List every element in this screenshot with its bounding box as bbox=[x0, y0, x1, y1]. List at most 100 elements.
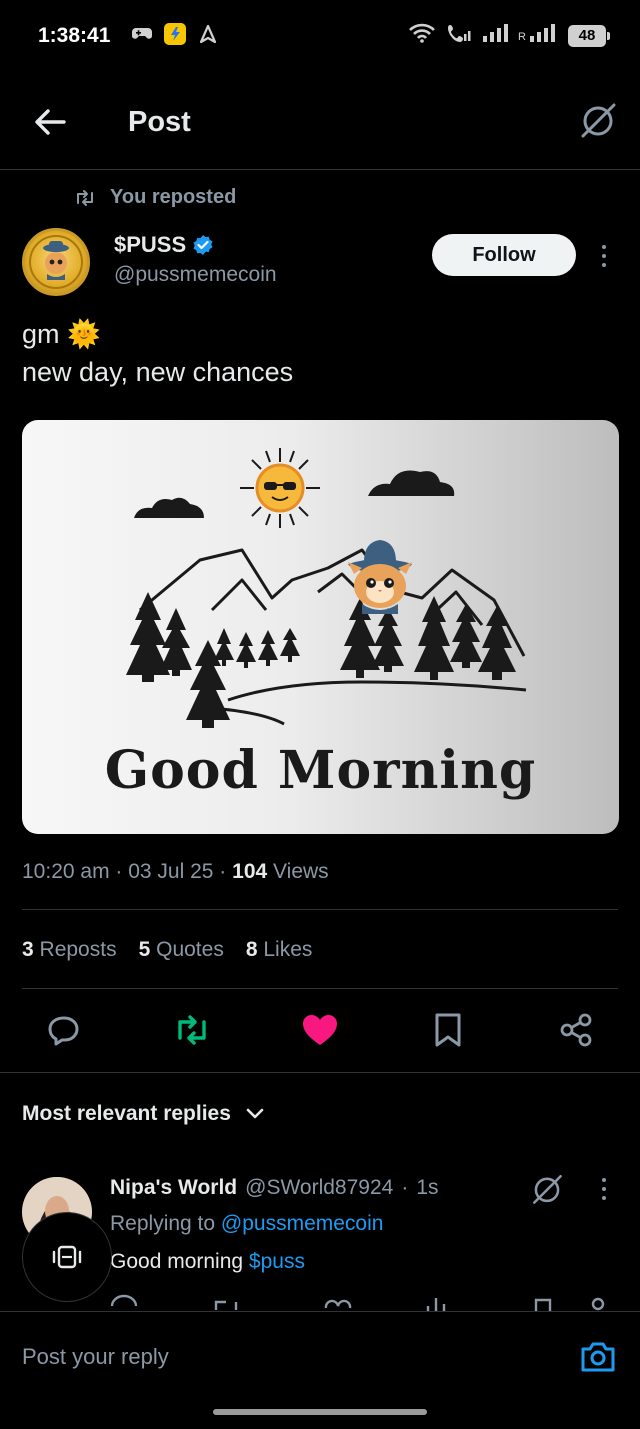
author-avatar[interactable] bbox=[22, 228, 90, 296]
reply-actions-partial bbox=[0, 1294, 640, 1312]
likes-label: Likes bbox=[263, 938, 313, 961]
replying-prefix: Replying to bbox=[110, 1212, 216, 1235]
battery-icon: 48 bbox=[568, 24, 610, 47]
post-date: 03 Jul 25 bbox=[128, 860, 214, 883]
post-text-gm: gm bbox=[22, 319, 60, 349]
reply-separator: · bbox=[401, 1176, 409, 1199]
quotes-label: Quotes bbox=[156, 938, 224, 961]
quotes-count: 5 bbox=[138, 938, 151, 961]
more-dot bbox=[602, 254, 606, 258]
flipkart-icon bbox=[164, 23, 186, 45]
camera-button[interactable] bbox=[580, 1340, 616, 1374]
window-switch-icon bbox=[52, 1245, 82, 1269]
grok-button[interactable] bbox=[578, 100, 618, 140]
more-options-button[interactable] bbox=[592, 240, 616, 272]
views-label: Views bbox=[273, 860, 329, 883]
divider bbox=[0, 1072, 640, 1073]
page-title: Post bbox=[128, 106, 191, 138]
reply-replying-to: Replying to @pussmemecoin bbox=[110, 1212, 383, 1236]
post-text-line-2: new day, new chances bbox=[22, 357, 294, 387]
divider bbox=[22, 988, 618, 989]
signal-icon bbox=[482, 23, 508, 48]
more-dot bbox=[602, 1178, 606, 1182]
grok-icon bbox=[532, 1174, 562, 1204]
reposts-label: Reposts bbox=[39, 938, 117, 961]
author-name[interactable]: $PUSS bbox=[114, 232, 214, 258]
more-dot bbox=[602, 245, 606, 249]
wifi-icon bbox=[408, 23, 436, 48]
status-bar: 1:38:41 R 48 bbox=[0, 0, 640, 72]
status-right-icons: R 48 bbox=[408, 22, 610, 49]
reposts-count: 3 bbox=[22, 938, 34, 961]
more-dot bbox=[602, 263, 606, 267]
reposts-stat[interactable]: 3 Reposts bbox=[22, 938, 117, 962]
reply-icon bbox=[48, 1016, 79, 1046]
more-dot bbox=[602, 1196, 606, 1200]
post-actions bbox=[0, 1008, 640, 1058]
floating-action-button[interactable] bbox=[22, 1212, 112, 1302]
replying-to-link[interactable]: @pussmemecoin bbox=[221, 1212, 384, 1235]
more-dot bbox=[602, 1187, 606, 1191]
post-image[interactable]: Good Morning bbox=[22, 420, 619, 834]
reply-input[interactable] bbox=[22, 1344, 542, 1370]
reply-button[interactable] bbox=[42, 1008, 86, 1052]
cashtag-link[interactable]: $puss bbox=[249, 1250, 305, 1273]
share-icon bbox=[560, 1013, 592, 1047]
divider bbox=[22, 909, 618, 910]
repost-label-text: You reposted bbox=[110, 186, 237, 208]
sun-icon bbox=[240, 448, 320, 528]
likes-count: 8 bbox=[245, 938, 258, 961]
grok-icon bbox=[581, 103, 616, 138]
replies-sort-dropdown[interactable]: Most relevant replies bbox=[22, 1102, 265, 1126]
cloud-left bbox=[134, 497, 204, 518]
bookmark-icon bbox=[435, 1013, 461, 1047]
reply-author-handle[interactable]: @SWorld87924 bbox=[245, 1176, 393, 1200]
chevron-down-icon bbox=[246, 1108, 264, 1119]
arrow-left-icon bbox=[35, 109, 66, 135]
follow-button[interactable]: Follow bbox=[432, 234, 576, 276]
volte-call-icon bbox=[446, 22, 472, 49]
repost-button[interactable] bbox=[170, 1008, 214, 1052]
verified-badge-icon bbox=[193, 235, 213, 255]
repost-icon bbox=[178, 1015, 206, 1045]
cloud-right bbox=[368, 470, 455, 496]
post-time: 10:20 am bbox=[22, 860, 110, 883]
reply-header: Nipa's World @SWorld87924 · 1s bbox=[110, 1176, 439, 1200]
reply-composer bbox=[0, 1311, 640, 1401]
repost-label: You reposted bbox=[74, 186, 236, 209]
game-controller-icon bbox=[130, 22, 154, 46]
post-text: gm 🌞 new day, new chances bbox=[22, 315, 293, 391]
author-handle[interactable]: @pussmemecoin bbox=[114, 263, 277, 287]
reply-body-text: Good morning bbox=[110, 1250, 244, 1273]
replies-section-title: Most relevant replies bbox=[22, 1102, 231, 1125]
reply-age: 1s bbox=[416, 1176, 439, 1199]
author-name-text: $PUSS bbox=[114, 232, 187, 257]
roaming-signal-icon: R bbox=[518, 23, 558, 48]
sun-emoji: 🌞 bbox=[67, 319, 101, 349]
views-count: 104 bbox=[232, 860, 268, 883]
reply-grok-button[interactable] bbox=[530, 1172, 564, 1206]
svg-text:R: R bbox=[518, 31, 526, 43]
post-text-line-1: gm 🌞 bbox=[22, 315, 293, 353]
home-indicator[interactable] bbox=[213, 1409, 427, 1415]
reply-more-button[interactable] bbox=[594, 1178, 614, 1206]
engagement-stats: 3 Reposts 5 Quotes 8 Likes bbox=[22, 938, 312, 962]
camera-icon bbox=[581, 1342, 615, 1372]
status-time: 1:38:41 bbox=[38, 24, 111, 47]
post-header: Post bbox=[0, 72, 640, 170]
back-button[interactable] bbox=[30, 102, 70, 142]
like-button[interactable] bbox=[298, 1008, 342, 1052]
like-icon bbox=[303, 1015, 337, 1045]
cat-coin-avatar-icon bbox=[29, 235, 83, 289]
repost-icon bbox=[77, 189, 93, 206]
location-arrow-icon bbox=[196, 22, 220, 46]
likes-stat[interactable]: 8 Likes bbox=[246, 938, 313, 962]
share-button[interactable] bbox=[554, 1008, 598, 1052]
image-caption: Good Morning bbox=[104, 740, 537, 801]
bookmark-button[interactable] bbox=[426, 1008, 470, 1052]
quotes-stat[interactable]: 5 Quotes bbox=[139, 938, 224, 962]
reply-author-name[interactable]: Nipa's World bbox=[110, 1176, 237, 1200]
status-left-icons bbox=[130, 22, 220, 46]
reply-body: Good morning $puss bbox=[110, 1250, 305, 1274]
post-timestamp: 10:20 am · 03 Jul 25 · 104 Views bbox=[22, 860, 329, 883]
